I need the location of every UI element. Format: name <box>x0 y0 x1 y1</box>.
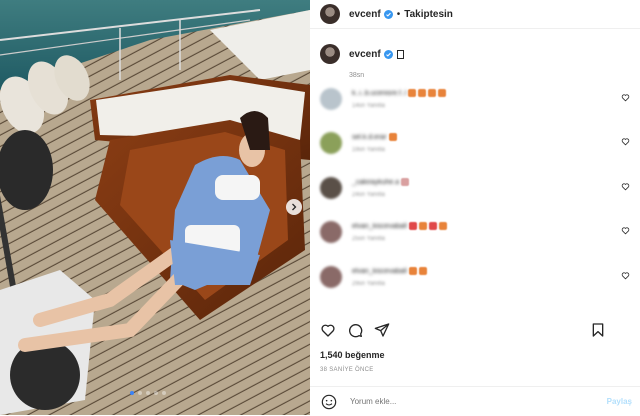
post-time: 38 SANİYE ÖNCE <box>320 367 374 373</box>
caption: evcenf 38sn <box>320 44 630 79</box>
comment-item: elvan_kiscevaball 25sn Yanıtla <box>320 221 636 243</box>
comment-item: sel.k.d.erar 19sn Yanıtla <box>320 132 636 154</box>
like-count[interactable]: 1,540 beğenme <box>320 350 385 360</box>
next-photo-button[interactable] <box>286 199 302 215</box>
chevron-right-icon <box>292 203 297 211</box>
share-icon[interactable] <box>374 322 390 338</box>
heart-icon[interactable] <box>621 271 630 280</box>
comment-icon[interactable] <box>347 322 363 338</box>
caption-time: 38sn <box>349 72 365 79</box>
comment-meta: 24sn Yanıtla <box>352 192 385 198</box>
action-bar <box>320 322 636 340</box>
emoji-icon <box>418 222 427 230</box>
emoji-icon <box>438 222 447 230</box>
comment-username[interactable]: _cakiraykuhe.a <box>352 179 399 186</box>
comment-meta: 29sn Yanıtla <box>352 281 385 287</box>
following-button[interactable]: Takiptesin <box>404 9 453 20</box>
verified-icon <box>383 9 393 19</box>
emoji-icon <box>408 222 417 230</box>
emoji-icon <box>401 178 410 186</box>
comment-avatar[interactable] <box>320 132 342 154</box>
comment-avatar[interactable] <box>320 266 342 288</box>
comment-text <box>387 128 397 146</box>
smile-icon[interactable] <box>321 394 337 410</box>
heart-icon[interactable] <box>621 137 630 146</box>
comment-item: _cakiraykuhe.a 24sn Yanıtla <box>320 177 636 199</box>
comment-text <box>407 262 427 280</box>
post-photo[interactable] <box>0 0 310 415</box>
emoji-icon <box>428 222 437 230</box>
verified-icon <box>383 49 393 59</box>
emoji-icon <box>418 267 427 275</box>
comment-item: k..i..b.ucenisre.f..l 14sn Yanıtla <box>320 88 636 110</box>
caption-avatar[interactable] <box>320 44 340 64</box>
separator: • <box>396 8 401 20</box>
post-panel: evcenf • Takiptesin evcenf 38sn k..i..b.… <box>310 0 640 415</box>
username[interactable]: evcenf <box>349 9 381 20</box>
comment-username[interactable]: sel.k.d.erar <box>352 134 387 141</box>
caption-username[interactable]: evcenf <box>349 49 381 60</box>
comment-meta: 25sn Yanıtla <box>352 236 385 242</box>
carousel-dots <box>130 391 166 395</box>
emoji-icon <box>428 89 437 97</box>
comment-avatar[interactable] <box>320 88 342 110</box>
comment-text <box>406 84 447 102</box>
heart-icon[interactable] <box>320 322 336 338</box>
comment-username[interactable]: elvan_kiscevaball <box>352 268 407 275</box>
emoji-icon <box>388 133 397 141</box>
add-comment-bar: Paylaş <box>310 386 640 416</box>
comment-meta: 14sn Yanıtla <box>352 103 385 109</box>
comment-meta: 19sn Yanıtla <box>352 147 385 153</box>
comment-avatar[interactable] <box>320 177 342 199</box>
avatar[interactable] <box>320 4 340 24</box>
heart-icon[interactable] <box>621 93 630 102</box>
emoji-icon <box>438 89 447 97</box>
heart-icon[interactable] <box>621 226 630 235</box>
emoji-icon <box>408 267 417 275</box>
heart-icon[interactable] <box>621 182 630 191</box>
comment-item: elvan_kiscevaball 29sn Yanıtla <box>320 266 636 288</box>
comment-username[interactable]: elvan_kiscevaball <box>352 223 407 230</box>
photo-image <box>0 0 310 415</box>
comment-text <box>407 217 447 235</box>
comment-username[interactable]: k..i..b.ucenisre.f..l <box>352 90 406 97</box>
caption-emoji <box>396 49 404 59</box>
emoji-icon <box>418 89 427 97</box>
comment-input[interactable] <box>348 396 607 407</box>
comment-avatar[interactable] <box>320 221 342 243</box>
post-header: evcenf • Takiptesin <box>310 0 640 29</box>
emoji-icon <box>408 89 417 97</box>
post-comment-button[interactable]: Paylaş <box>607 397 632 406</box>
save-icon[interactable] <box>590 322 606 338</box>
comment-text <box>399 173 410 191</box>
